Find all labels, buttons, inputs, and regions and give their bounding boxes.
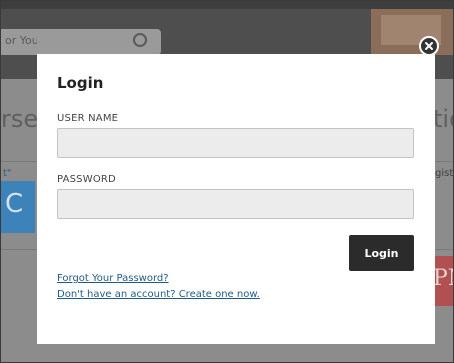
- background-blue-tile-text: C: [5, 189, 24, 219]
- background-red-tile-text: PM: [433, 266, 453, 291]
- background-link-left: t": [3, 168, 12, 179]
- close-button[interactable]: [419, 36, 439, 56]
- close-icon: [425, 42, 433, 50]
- background-blue-tile: C: [1, 181, 35, 233]
- forgot-password-link[interactable]: Forgot Your Password?: [57, 273, 169, 284]
- background-link-right: gist: [435, 168, 454, 179]
- password-label: PASSWORD: [57, 174, 116, 185]
- background-search-text: or You: [5, 34, 37, 47]
- username-input[interactable]: [57, 128, 414, 158]
- background-heading-right: tio: [433, 105, 453, 133]
- background-photo: [371, 9, 453, 55]
- screen: or You rse tio t" gist C PM Login USER N…: [0, 0, 454, 363]
- login-button[interactable]: Login: [349, 235, 414, 271]
- background-search-bar: or You: [1, 29, 161, 55]
- username-label: USER NAME: [57, 113, 119, 124]
- modal-title: Login: [57, 74, 104, 92]
- login-modal: Login USER NAME PASSWORD Login Forgot Yo…: [37, 54, 435, 344]
- password-input[interactable]: [57, 189, 414, 219]
- create-account-link[interactable]: Don't have an account? Create one now.: [57, 289, 260, 300]
- background-heading-left: rse: [1, 105, 37, 133]
- search-icon: [133, 33, 147, 47]
- background-red-tile: PM: [433, 256, 453, 306]
- background-top-strip: [1, 1, 453, 9]
